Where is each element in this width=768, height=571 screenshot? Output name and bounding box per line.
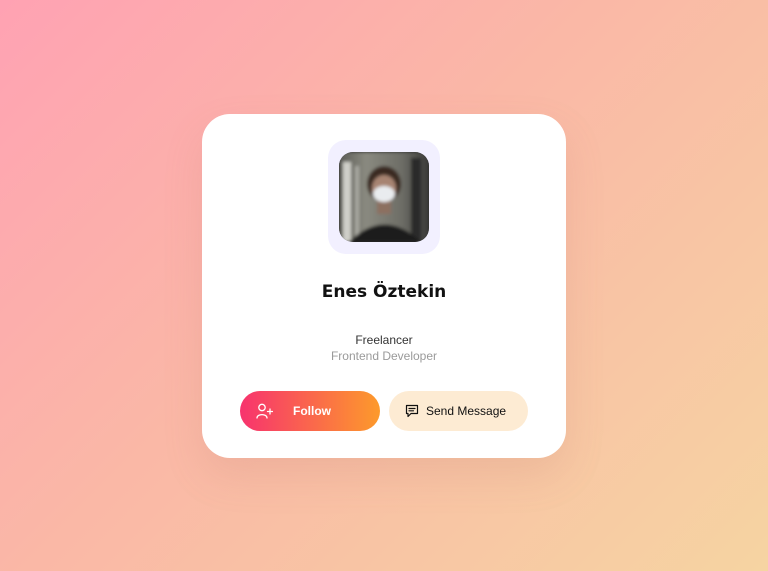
send-message-label: Send Message [426, 404, 507, 418]
follow-label: Follow [293, 404, 331, 418]
profile-subrole: Frontend Developer [330, 349, 438, 363]
avatar-frame [328, 140, 440, 254]
profile-card: Enes Öztekin Freelancer Frontend Develop… [202, 114, 566, 458]
avatar [339, 152, 429, 242]
follow-button[interactable]: Follow [240, 391, 380, 431]
send-message-button[interactable]: Send Message [389, 391, 528, 431]
profile-role: Freelancer [355, 333, 413, 347]
message-icon [405, 404, 419, 418]
profile-name: Enes Öztekin [321, 282, 447, 302]
user-plus-icon [256, 403, 274, 419]
avatar-photo [339, 152, 429, 242]
